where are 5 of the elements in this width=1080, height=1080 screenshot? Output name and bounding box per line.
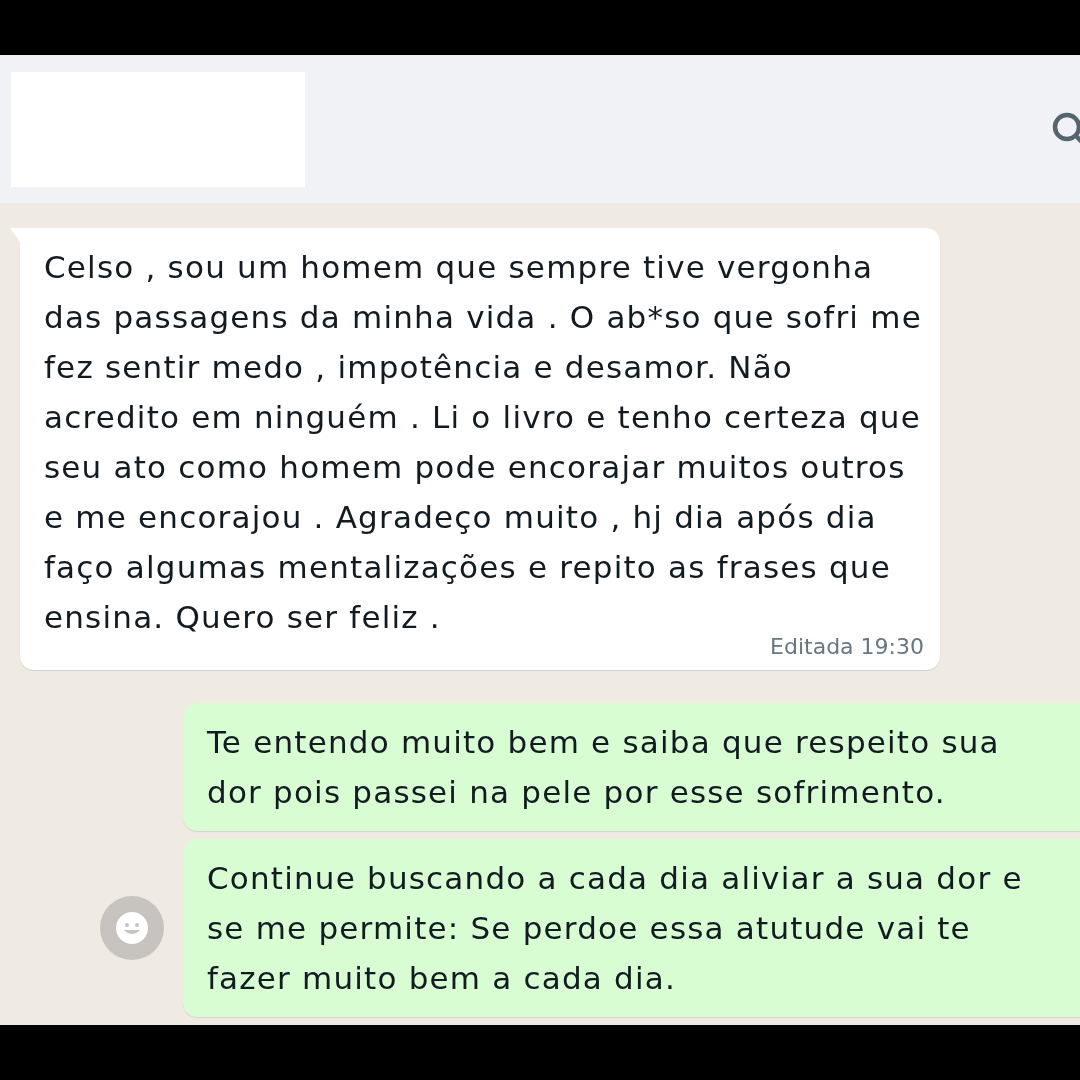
message-text: Celso , sou um homem que sempre tive vergonha das passagens da minha vida . O ab*so que sofri me fez sentir medo , impotência e desamor. Não acredito em ninguém . Li o livro e tenho certeza que seu ato como homem pode encorajar muitos outros e me encorajou . Agradeço muito , hj dia após dia faço algumas mentalizações e repito as frases que ensina. Quero ser feliz . bbox=[44, 248, 923, 637]
message-text: Te entendo muito bem e saiba que respeito sua dor pois passei na pele por esse sofrimento. bbox=[207, 723, 1001, 812]
message-time: Editada 19:30 bbox=[770, 634, 924, 659]
message-text: Continue buscando a cada dia aliviar a sua dor e se me permite: Se perdoe essa atutude vai te fazer muito bem a cada dia. bbox=[207, 859, 1024, 998]
smiley-icon bbox=[115, 911, 149, 945]
